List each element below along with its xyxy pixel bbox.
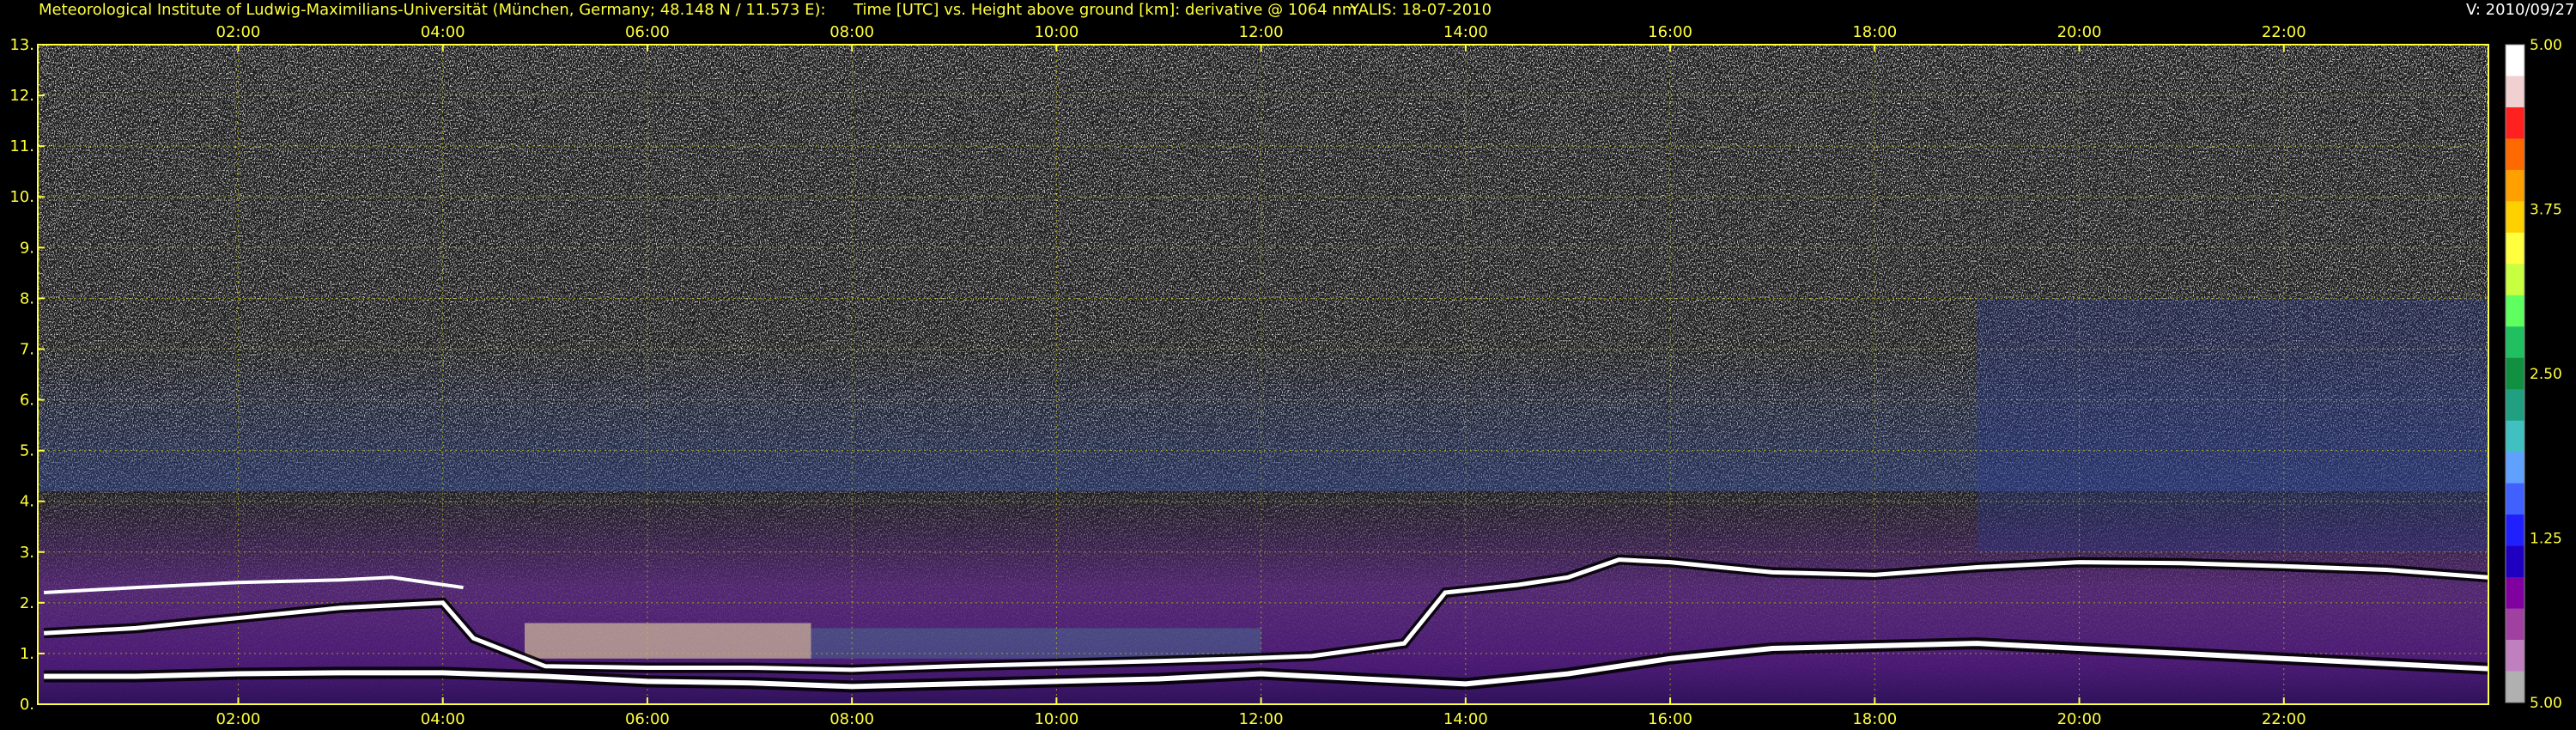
colorbar-label: 5.00 <box>2530 37 2562 54</box>
colorbar-segment <box>2506 201 2524 234</box>
x-tick-label-bottom: 04:00 <box>421 710 465 728</box>
x-tick-label-bottom: 06:00 <box>625 710 670 728</box>
colorbar: 5.00 3.75 2.50 1.25 5.00 <box>2505 37 2562 712</box>
y-tick-label: 3. <box>20 544 34 562</box>
x-tick-label-top: 22:00 <box>2262 23 2306 41</box>
x-tick-label-bottom: 10:00 <box>1034 710 1078 728</box>
colorbar-segment <box>2506 577 2524 610</box>
colorbar-label: 1.25 <box>2530 531 2562 548</box>
colorbar-segment <box>2506 264 2524 296</box>
x-tick-label-top: 08:00 <box>829 23 874 41</box>
colorbar-segment <box>2506 295 2524 327</box>
y-tick-label: 5. <box>20 442 34 460</box>
y-tick-label: 1. <box>20 645 34 663</box>
y-tick-label: 10. <box>9 188 34 206</box>
lidar-heatmap-chart: 02:00 02:00 04:00 04:00 06:00 06:00 08:00 08:00… <box>9 23 2562 728</box>
colorbar-segment <box>2506 138 2524 171</box>
lidar-plot-window: Meteorological Institute of Ludwig-Maxim… <box>0 0 2576 730</box>
x-tick-label-top: 14:00 <box>1443 23 1488 41</box>
colorbar-segment <box>2506 640 2524 672</box>
x-tick-label-top: 02:00 <box>216 23 261 41</box>
x-tick-label-top: 06:00 <box>625 23 670 41</box>
colorbar-segment <box>2506 357 2524 390</box>
x-tick-label-bottom: 14:00 <box>1443 710 1488 728</box>
colorbar-segment <box>2506 671 2524 703</box>
colorbar-segment <box>2506 169 2524 202</box>
evening-haze <box>1977 298 2488 552</box>
x-tick-label-bottom: 16:00 <box>1648 710 1692 728</box>
x-tick-label-bottom: 18:00 <box>1852 710 1897 728</box>
x-tick-label-top: 04:00 <box>421 23 465 41</box>
teal-aerosol-patch <box>811 628 1261 659</box>
colorbar-segment <box>2506 514 2524 547</box>
colorbar-segment <box>2506 232 2524 265</box>
x-tick-label-top: 10:00 <box>1034 23 1078 41</box>
colorbar-label: 2.50 <box>2530 366 2562 383</box>
x-tick-label-bottom: 12:00 <box>1239 710 1284 728</box>
y-tick-label: 0. <box>20 696 34 714</box>
y-tick-label: 6. <box>20 392 34 410</box>
colorbar-segment <box>2506 76 2524 108</box>
colorbar-segment <box>2506 452 2524 484</box>
y-tick-label: 8. <box>20 289 34 307</box>
x-tick-label-top: 18:00 <box>1852 23 1897 41</box>
colorbar-segment <box>2506 389 2524 422</box>
x-tick-label-bottom: 22:00 <box>2262 710 2306 728</box>
colorbar-segment <box>2506 45 2524 76</box>
y-tick-label: 11. <box>9 137 34 155</box>
y-tick-label: 2. <box>20 594 34 612</box>
y-tick-label: 13. <box>9 36 34 54</box>
x-tick-label-top: 12:00 <box>1239 23 1284 41</box>
x-tick-label-top: 20:00 <box>2057 23 2102 41</box>
x-tick-label-bottom: 02:00 <box>216 710 261 728</box>
y-tick-label: 12. <box>9 87 34 105</box>
colorbar-segment <box>2506 420 2524 453</box>
x-tick-label-bottom: 08:00 <box>829 710 874 728</box>
colorbar-label: 3.75 <box>2530 202 2562 219</box>
y-tick-label: 4. <box>20 493 34 511</box>
colorbar-segment <box>2506 545 2524 578</box>
colorbar-segment <box>2506 326 2524 359</box>
colorbar-segment <box>2506 483 2524 515</box>
colorbar-segment <box>2506 608 2524 641</box>
y-tick-label: 9. <box>20 239 34 257</box>
x-tick-label-bottom: 20:00 <box>2057 710 2102 728</box>
colorbar-label: 5.00 <box>2530 695 2562 712</box>
x-tick-label-top: 16:00 <box>1648 23 1692 41</box>
colorbar-segment <box>2506 106 2524 139</box>
y-tick-label: 7. <box>20 340 34 358</box>
